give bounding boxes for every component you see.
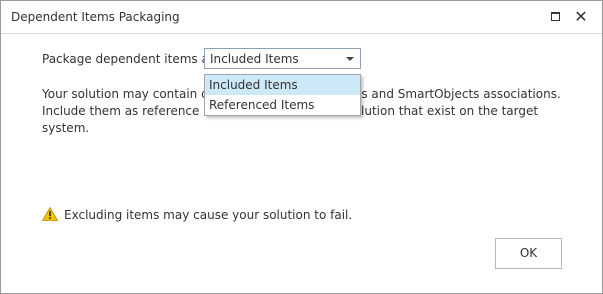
select-value: Included Items xyxy=(210,52,299,66)
dialog-title: Dependent Items Packaging xyxy=(11,10,180,24)
warning-text: Excluding items may cause your solution … xyxy=(64,208,353,222)
title-bar[interactable]: Dependent Items Packaging ✕ xyxy=(1,1,602,34)
maximize-icon xyxy=(551,12,560,21)
description-line2-start: Include them as reference ite xyxy=(42,104,219,118)
dialog-window: Dependent Items Packaging ✕ Package depe… xyxy=(0,0,603,294)
close-button[interactable]: ✕ xyxy=(571,7,591,27)
package-type-select[interactable]: Included Items xyxy=(204,48,361,69)
maximize-button[interactable] xyxy=(546,7,566,27)
package-type-dropdown-list: Included Items Referenced Items xyxy=(204,74,361,116)
close-icon: ✕ xyxy=(574,7,588,26)
option-referenced-items[interactable]: Referenced Items xyxy=(205,95,360,115)
warning-icon xyxy=(42,207,58,221)
option-included-items[interactable]: Included Items xyxy=(205,75,360,95)
description-line1-start: Your solution may contain dep xyxy=(42,87,224,101)
description-line3: system. xyxy=(42,121,90,135)
package-label: Package dependent items as xyxy=(42,52,216,66)
description-line1-end: lists and SmartObjects associations. xyxy=(343,87,561,101)
chevron-down-icon xyxy=(346,57,354,61)
dialog-content: Package dependent items as Included Item… xyxy=(1,34,602,293)
description-line2-end: r solution that exist on the target xyxy=(338,104,539,118)
ok-button[interactable]: OK xyxy=(495,238,562,269)
